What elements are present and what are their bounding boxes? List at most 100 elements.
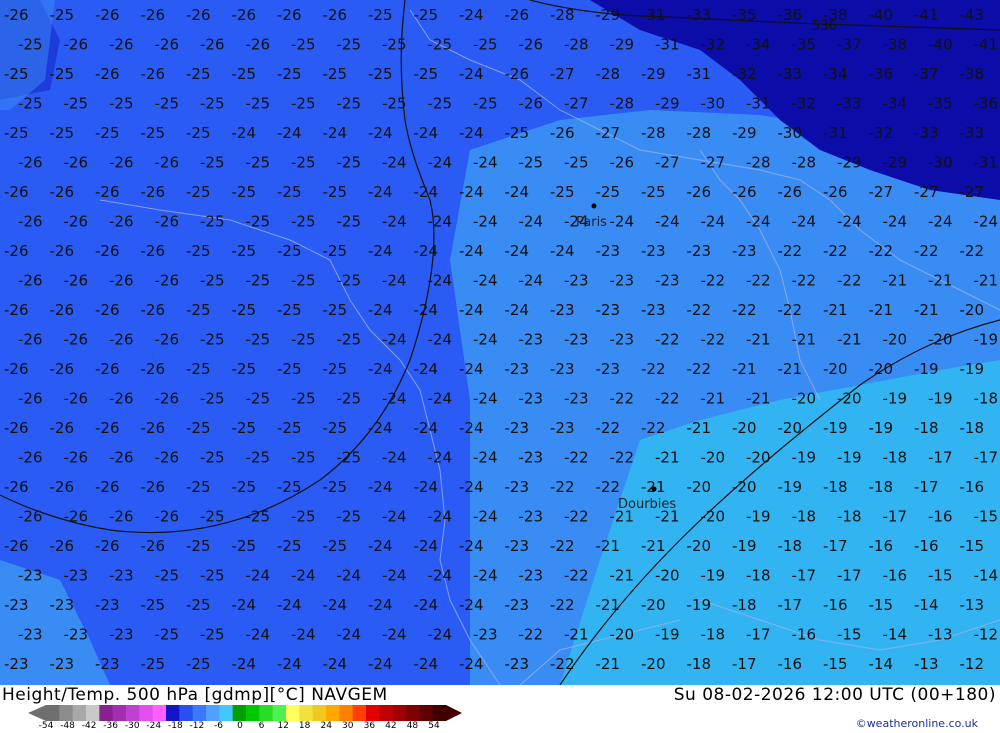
temperature-value: -25 bbox=[246, 154, 271, 172]
temperature-value: -17 bbox=[928, 449, 953, 467]
temperature-value: -26 bbox=[505, 6, 530, 24]
temperature-value: -21 bbox=[641, 537, 666, 555]
temperature-value: -26 bbox=[4, 478, 29, 496]
colorbar-swatch bbox=[286, 705, 300, 721]
temperature-value: -25 bbox=[337, 95, 362, 113]
temperature-value: -26 bbox=[109, 213, 134, 231]
temperature-value: -17 bbox=[746, 626, 771, 644]
temperature-value: -32 bbox=[869, 124, 894, 142]
temperature-value: -26 bbox=[687, 183, 712, 201]
temperature-value: -26 bbox=[109, 449, 134, 467]
temperature-value: -25 bbox=[337, 272, 362, 290]
temperature-value: -26 bbox=[64, 331, 89, 349]
temperature-value: -29 bbox=[610, 36, 635, 54]
temperature-value: -22 bbox=[701, 331, 726, 349]
colorbar-swatch bbox=[86, 705, 100, 721]
temperature-value: -23 bbox=[18, 626, 43, 644]
temperature-value: -25 bbox=[186, 596, 211, 614]
temperature-value: -20 bbox=[641, 655, 666, 673]
temperature-value: -26 bbox=[18, 508, 43, 526]
temperature-value: -22 bbox=[564, 508, 589, 526]
colorbar-ticks: -54 -48 -42 -36 -30 -24 -18 -12 -6 0 6 12 18 24 30 36 42… bbox=[38, 721, 468, 733]
colorbar-tick-label: -54 bbox=[38, 721, 54, 731]
temperature-value: -25 bbox=[232, 65, 257, 83]
temperature-value: -19 bbox=[655, 626, 680, 644]
temperature-value: -25 bbox=[277, 301, 302, 319]
temperature-value: -26 bbox=[200, 36, 225, 54]
temperature-value: -26 bbox=[141, 65, 166, 83]
temperature-value: -18 bbox=[837, 508, 862, 526]
temperature-value: -24 bbox=[428, 626, 453, 644]
colorbar-tick-label: -36 bbox=[103, 721, 119, 731]
temperature-value: -17 bbox=[792, 567, 817, 585]
temperature-value: -24 bbox=[473, 567, 498, 585]
colorbar-arrow-right bbox=[446, 705, 462, 721]
temperature-value: -20 bbox=[701, 449, 726, 467]
colorbar-swatch bbox=[432, 705, 447, 721]
temperature-value: -25 bbox=[291, 449, 316, 467]
temperature-value: -25 bbox=[232, 360, 257, 378]
temperature-value: -24 bbox=[701, 213, 726, 231]
temperature-value: -25 bbox=[50, 124, 75, 142]
temperature-value: -28 bbox=[550, 6, 575, 24]
temperature-value: -24 bbox=[928, 213, 953, 231]
colorbar-swatch bbox=[206, 705, 220, 721]
temperature-value: -26 bbox=[64, 36, 89, 54]
temperature-value: -25 bbox=[337, 449, 362, 467]
temperature-value: -24 bbox=[368, 596, 393, 614]
temperature-value: -23 bbox=[505, 478, 530, 496]
temperature-value: -23 bbox=[655, 272, 680, 290]
temperature-value: -27 bbox=[914, 183, 939, 201]
temperature-value: -24 bbox=[459, 242, 484, 260]
temperature-value: -29 bbox=[596, 6, 621, 24]
temperature-value: -36 bbox=[974, 95, 999, 113]
temperature-value: -25 bbox=[232, 242, 257, 260]
temperature-value: -19 bbox=[869, 419, 894, 437]
temperature-value: -23 bbox=[95, 596, 120, 614]
temperature-value: -24 bbox=[428, 331, 453, 349]
temperature-value: -24 bbox=[459, 537, 484, 555]
temperature-value: -26 bbox=[95, 301, 120, 319]
credit-link[interactable]: ©weatheronline.co.uk bbox=[856, 717, 978, 730]
temperature-value: -25 bbox=[186, 360, 211, 378]
temperature-value: -37 bbox=[914, 65, 939, 83]
temperature-value: -22 bbox=[960, 242, 985, 260]
colorbar-swatch bbox=[139, 705, 154, 721]
colorbar-swatch bbox=[126, 705, 140, 721]
temperature-value: -26 bbox=[141, 183, 166, 201]
temperature-value: -43 bbox=[960, 6, 985, 24]
temperature-value: -23 bbox=[50, 655, 75, 673]
temperature-value: -25 bbox=[4, 124, 29, 142]
temperature-value: -26 bbox=[18, 213, 43, 231]
temperature-value: -25 bbox=[246, 272, 271, 290]
temperature-value: -25 bbox=[200, 95, 225, 113]
temperature-value: -24 bbox=[459, 301, 484, 319]
temperature-value: -24 bbox=[459, 419, 484, 437]
temperature-value: -24 bbox=[382, 331, 407, 349]
temperature-value: -25 bbox=[186, 124, 211, 142]
temperature-value: -26 bbox=[155, 213, 180, 231]
temperature-value: -26 bbox=[95, 478, 120, 496]
temperature-value: -25 bbox=[246, 95, 271, 113]
temperature-value: -24 bbox=[382, 626, 407, 644]
temperature-value: -24 bbox=[459, 6, 484, 24]
temperature-value: -16 bbox=[823, 596, 848, 614]
temperature-value: -26 bbox=[141, 419, 166, 437]
temperature-value: -24 bbox=[368, 537, 393, 555]
colorbar-swatch bbox=[232, 705, 247, 721]
temperature-value: -26 bbox=[823, 183, 848, 201]
temperature-value: -20 bbox=[837, 390, 862, 408]
temperature-value: -16 bbox=[914, 537, 939, 555]
temperature-value: -27 bbox=[596, 124, 621, 142]
temperature-value: -34 bbox=[746, 36, 771, 54]
temperature-value: -22 bbox=[564, 449, 589, 467]
temperature-value: -23 bbox=[550, 301, 575, 319]
colorbar-tick-label: -48 bbox=[60, 721, 75, 731]
temperature-value: -22 bbox=[550, 655, 575, 673]
temperature-value: -22 bbox=[550, 596, 575, 614]
temperature-value: -25 bbox=[428, 95, 453, 113]
temperature-value: -23 bbox=[519, 331, 544, 349]
temperature-value: -25 bbox=[277, 360, 302, 378]
temperature-value: -26 bbox=[4, 419, 29, 437]
temperature-value: -18 bbox=[746, 567, 771, 585]
